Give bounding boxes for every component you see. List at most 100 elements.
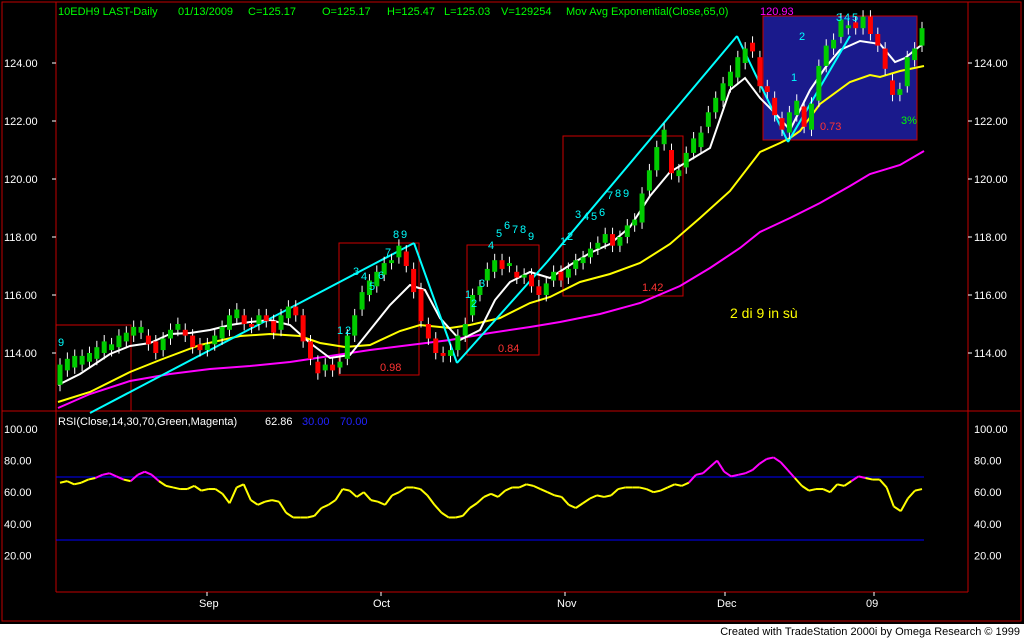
rsi-value: 62.86 bbox=[265, 416, 293, 428]
rsi-header: RSI(Close,14,30,70,Green,Magenta) 62.86 … bbox=[58, 416, 368, 428]
candle-up bbox=[109, 344, 115, 351]
count-label: 5 bbox=[369, 281, 375, 293]
time-tick-label: Dec bbox=[717, 598, 737, 610]
candle-down bbox=[875, 34, 881, 46]
time-tick-label: Sep bbox=[199, 598, 219, 610]
candle-up bbox=[565, 268, 571, 278]
candle-down bbox=[499, 260, 505, 269]
count-label: 5 bbox=[591, 211, 597, 223]
count-label: 5 bbox=[496, 228, 502, 240]
candle-up bbox=[234, 309, 240, 319]
box-value-label: 0.84 bbox=[498, 343, 519, 355]
rsi-label: RSI(Close,14,30,70,Green,Magenta) bbox=[58, 416, 237, 428]
candle-up bbox=[352, 315, 358, 336]
candle-up bbox=[64, 358, 70, 371]
count-label: 2 bbox=[799, 31, 805, 43]
price-tick-label: 120.00 bbox=[974, 174, 1008, 186]
count-label: 4 bbox=[844, 12, 850, 24]
rsi-tick-label: 40.00 bbox=[4, 519, 32, 531]
candle-down bbox=[890, 80, 896, 95]
rsi-tick-label: 60.00 bbox=[4, 487, 32, 499]
count-label: 9 bbox=[623, 188, 629, 200]
count-label: 8 bbox=[520, 224, 526, 236]
count-label: 7 bbox=[607, 190, 613, 202]
candle-down bbox=[433, 338, 439, 353]
price-tick-label: 120.00 bbox=[4, 174, 38, 186]
candle-up bbox=[344, 335, 350, 359]
candle-down bbox=[249, 324, 255, 327]
candle-up bbox=[285, 306, 291, 319]
count-label: 9 bbox=[401, 229, 407, 241]
candle-up bbox=[484, 268, 490, 281]
candle-up bbox=[278, 315, 284, 330]
count-label: 3 bbox=[575, 209, 581, 221]
candle-up bbox=[860, 16, 866, 29]
candle-up bbox=[543, 283, 549, 295]
count-label: 8 bbox=[393, 229, 399, 241]
candle-up bbox=[359, 292, 365, 310]
candle-up bbox=[79, 355, 85, 365]
credit-footer: Created with TradeStation 2000i by Omega… bbox=[0, 624, 1024, 640]
count-label: 9 bbox=[58, 337, 64, 349]
candle-up bbox=[587, 248, 593, 258]
count-label: 9 bbox=[528, 231, 534, 243]
count-label: 7 bbox=[385, 247, 391, 259]
rsi-tick-label: 20.00 bbox=[974, 550, 1002, 562]
candle-down bbox=[182, 329, 188, 336]
count-label: 4 bbox=[488, 240, 494, 252]
rsi-tick-label: 20.00 bbox=[4, 550, 32, 562]
time-tick-label: 09 bbox=[866, 598, 878, 610]
candle-up bbox=[727, 71, 733, 87]
header-ma-value: 120.93 bbox=[760, 6, 794, 18]
candle-up bbox=[551, 271, 557, 281]
box-value-label: 0.73 bbox=[820, 121, 841, 133]
count-label: 3 bbox=[836, 12, 842, 24]
candle-up bbox=[131, 326, 137, 336]
candle-up bbox=[786, 112, 792, 133]
trading-chart: 114.00116.00118.00120.00122.00124.00 114… bbox=[0, 0, 1024, 624]
annotation-text: 2 di 9 in sù bbox=[730, 305, 798, 321]
candle-up bbox=[698, 132, 704, 148]
candle-up bbox=[691, 138, 697, 153]
candle-up bbox=[617, 237, 623, 246]
candle-up bbox=[816, 65, 822, 101]
candle-up bbox=[168, 329, 174, 339]
candle-up bbox=[661, 129, 667, 145]
count-label: 3 bbox=[479, 278, 485, 290]
candle-up bbox=[720, 83, 726, 101]
candle-up bbox=[904, 57, 910, 87]
candle-up bbox=[389, 260, 395, 264]
candle-up bbox=[639, 193, 645, 223]
candle-up bbox=[506, 263, 512, 266]
candle-down bbox=[307, 341, 313, 359]
candle-down bbox=[411, 268, 417, 293]
candle-up bbox=[204, 344, 210, 351]
header-date: 01/13/2009 bbox=[178, 6, 233, 18]
candle-down bbox=[241, 315, 247, 324]
price-tick-label: 122.00 bbox=[974, 116, 1008, 128]
candle-down bbox=[263, 315, 269, 322]
candle-down bbox=[558, 271, 564, 281]
rsi-tick-label: 80.00 bbox=[974, 456, 1002, 468]
rsi-tick-label: 40.00 bbox=[974, 519, 1002, 531]
candle-up bbox=[175, 324, 181, 330]
candle-down bbox=[610, 234, 616, 246]
candle-down bbox=[779, 118, 785, 130]
count-label: 1 bbox=[337, 325, 343, 337]
candle-up bbox=[602, 234, 608, 243]
candle-up bbox=[646, 170, 652, 191]
candle-up bbox=[396, 245, 402, 258]
candle-up bbox=[337, 361, 343, 368]
count-label: 1 bbox=[560, 236, 566, 248]
candle-down bbox=[440, 353, 446, 356]
candle-down bbox=[153, 341, 159, 353]
candle-up bbox=[845, 25, 851, 29]
candle-down bbox=[882, 48, 888, 69]
header-low: L=125.03 bbox=[444, 6, 490, 18]
box-value-label: 0.98 bbox=[380, 362, 401, 374]
candle-down bbox=[772, 97, 778, 116]
header-symbol: 10EDH9 LAST-Daily bbox=[58, 6, 158, 18]
candle-down bbox=[315, 361, 321, 374]
candle-up bbox=[116, 335, 122, 348]
candle-down bbox=[190, 335, 196, 348]
